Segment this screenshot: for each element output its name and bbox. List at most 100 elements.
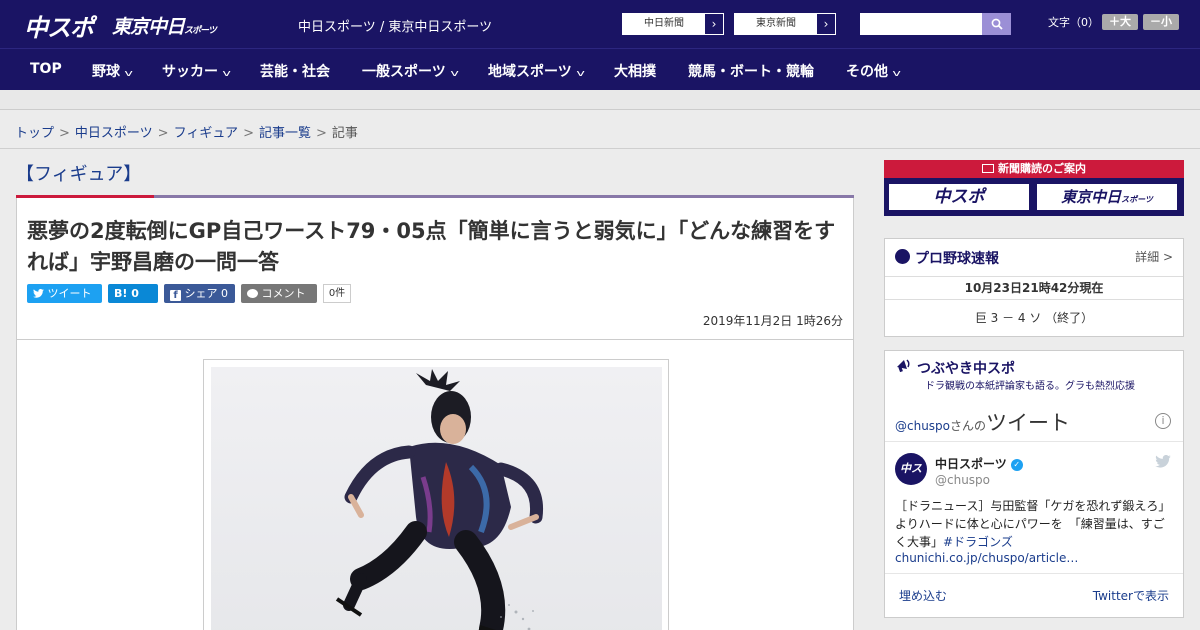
- search-button[interactable]: [982, 13, 1011, 35]
- breadcrumb-separator: >: [59, 126, 70, 141]
- baseball-icon: [895, 249, 910, 264]
- photo-frame: [203, 359, 669, 630]
- font-size-label: 文字（0）: [1048, 16, 1099, 29]
- speech-bubble-icon: [247, 289, 258, 298]
- chevron-down-icon: v: [450, 69, 459, 79]
- breadcrumb-separator: >: [315, 126, 327, 141]
- nav-label: 芸能・社会: [260, 64, 330, 80]
- twitter-bird-icon[interactable]: [1155, 455, 1171, 468]
- nav-label: TOP: [30, 61, 62, 77]
- chuspo-logo[interactable]: 中スポ: [24, 8, 94, 43]
- tokyo-chunichi-logo[interactable]: 東京中日スポーツ: [112, 12, 217, 39]
- baseball-title: プロ野球速報: [915, 251, 999, 267]
- nav-item-sumo[interactable]: 大相撲: [614, 61, 656, 81]
- breadcrumb: トップ > 中日スポーツ > フィギュア > 記事一覧 > 記事: [15, 122, 358, 141]
- hatena-icon: B!: [114, 287, 128, 300]
- article-date: 2019年11月2日 1時26分: [702, 314, 843, 328]
- subscribe-chuspo-logo[interactable]: 中スポ: [887, 182, 1031, 212]
- subscription-banner[interactable]: 新聞購読のご案内 中スポ 東京中日スポーツ: [884, 160, 1184, 216]
- megaphone-icon: [897, 359, 910, 373]
- newspaper-link-label: 中日新聞: [623, 14, 705, 34]
- tweet-author-name: 中日スポーツ: [935, 457, 1007, 471]
- tweet-button[interactable]: ツイート: [27, 284, 102, 303]
- tweet-author[interactable]: 中日スポーツ ✓: [935, 455, 1023, 472]
- tokyo-logo-main: 東京中日: [112, 16, 185, 38]
- main-nav: TOP 野球 v サッカー v 芸能・社会 一般スポーツ v 地域スポーツ v 大相撲 …: [0, 48, 1200, 90]
- chunichi-shimbun-link[interactable]: 中日新聞 ›: [622, 13, 724, 35]
- breadcrumb-figure[interactable]: フィギュア: [174, 126, 238, 141]
- baseball-update-time: 10月23日21時42分現在: [885, 276, 1183, 300]
- newspaper-icon: [982, 164, 994, 173]
- facebook-icon: f: [170, 290, 181, 301]
- tweet-text: ［ドラニュース］与田監督「ケガを恐れず鍛えろ」 よりハードに体と心にパワーを 「…: [895, 497, 1177, 551]
- nav-item-top[interactable]: TOP: [30, 61, 62, 77]
- nav-label: その他: [846, 64, 888, 80]
- comment-button[interactable]: コメント: [241, 284, 317, 303]
- hatena-bookmark-button[interactable]: B! 0: [108, 284, 158, 303]
- baseball-detail-link[interactable]: 詳細 >: [1135, 248, 1173, 265]
- tokyo-shimbun-link[interactable]: 東京新聞 ›: [734, 13, 836, 35]
- tweets-heading: @chuspoさんのツイート: [895, 407, 1070, 437]
- breadcrumb-current: 記事: [331, 126, 358, 141]
- nav-item-baseball[interactable]: 野球 v: [92, 61, 133, 81]
- comment-label: コメント: [261, 287, 306, 300]
- baseball-score[interactable]: 巨 3 － 4 ソ （終了）: [885, 309, 1183, 326]
- nav-item-entertainment[interactable]: 芸能・社会: [260, 61, 330, 81]
- article-category: 【フィギュア】: [16, 164, 142, 185]
- nav-label: 野球: [92, 64, 120, 80]
- info-icon[interactable]: i: [1155, 413, 1171, 429]
- site-links[interactable]: 中日スポーツ / 東京中日スポーツ: [298, 16, 492, 35]
- tweet-link[interactable]: chunichi.co.jp/chuspo/article…: [895, 551, 1078, 565]
- twitter-widget-subtitle: ドラ観戦の本紙評論家も語る。グラも熱烈応援: [925, 381, 1135, 392]
- skater-photo[interactable]: [211, 367, 662, 630]
- article-photo-area: [16, 340, 854, 630]
- twitter-bird-icon: [33, 288, 44, 298]
- hatena-count: 0: [131, 287, 139, 300]
- view-on-twitter-link[interactable]: Twitterで表示: [1093, 587, 1169, 604]
- verified-badge-icon: ✓: [1010, 458, 1023, 471]
- subscribe-tokyo-logo[interactable]: 東京中日スポーツ: [1035, 182, 1179, 212]
- tokyo-logo-sub: スポーツ: [184, 26, 217, 36]
- ad-strip: [0, 90, 1200, 110]
- font-smaller-button[interactable]: －小: [1143, 14, 1179, 30]
- nav-label: 地域スポーツ: [488, 64, 572, 80]
- tweets-heading-label: ツイート: [986, 411, 1071, 435]
- twitter-widget-title: つぶやき中スポ: [917, 361, 1015, 377]
- nav-label: 一般スポーツ: [362, 64, 446, 80]
- facebook-share-label: シェア: [184, 287, 218, 300]
- chevron-down-icon: v: [222, 69, 231, 79]
- tweets-handle-link[interactable]: @chuspo: [895, 419, 950, 433]
- avatar[interactable]: 中スポ: [895, 453, 927, 507]
- breadcrumb-article-list[interactable]: 記事一覧: [259, 126, 311, 141]
- chevron-down-icon: v: [124, 69, 133, 79]
- nav-item-other[interactable]: その他 v: [846, 61, 901, 81]
- nav-item-local-sports[interactable]: 地域スポーツ v: [488, 61, 585, 81]
- twitter-widget: つぶやき中スポ ドラ観戦の本紙評論家も語る。グラも熱烈応援 @chuspoさんの…: [884, 350, 1184, 618]
- breadcrumb-chunichi-sports[interactable]: 中日スポーツ: [75, 126, 153, 141]
- subscription-header-label: 新聞購読のご案内: [998, 162, 1086, 175]
- chevron-down-icon: v: [576, 69, 585, 79]
- tweet-hashtag[interactable]: #ドラゴンズ: [943, 535, 1013, 549]
- newspaper-link-label: 東京新聞: [735, 14, 817, 34]
- site-header: 中スポ 東京中日スポーツ 中日スポーツ / 東京中日スポーツ 中日新聞 › 東京…: [0, 0, 1200, 48]
- tweet-author-handle[interactable]: @chuspo: [935, 473, 990, 487]
- breadcrumb-top[interactable]: トップ: [15, 126, 54, 141]
- figure-skater-illustration: [211, 367, 662, 630]
- nav-item-general-sports[interactable]: 一般スポーツ v: [362, 61, 459, 81]
- font-bigger-button[interactable]: ＋大: [1102, 14, 1138, 30]
- tweet-label: ツイート: [47, 287, 92, 300]
- subscription-header: 新聞購読のご案内: [884, 160, 1184, 178]
- facebook-share-button[interactable]: f シェア 0: [164, 284, 235, 303]
- divider: [885, 573, 1183, 574]
- search-input[interactable]: [860, 13, 982, 35]
- breadcrumb-separator: >: [157, 126, 169, 141]
- chevron-right-icon: ›: [823, 17, 829, 31]
- nav-item-soccer[interactable]: サッカー v: [162, 61, 231, 81]
- embed-link[interactable]: 埋め込む: [899, 587, 947, 604]
- divider: [885, 441, 1183, 442]
- tweet-body: ［ドラニュース］与田監督「ケガを恐れず鍛えろ」 よりハードに体と心にパワーを 「…: [895, 499, 1177, 549]
- comment-count: 0件: [323, 284, 351, 303]
- nav-item-racing[interactable]: 競馬・ボート・競輪: [688, 61, 814, 81]
- article-header: 悪夢の2度転倒にGP自己ワースト79・05点「簡単に言うと弱気に」「どんな練習を…: [16, 198, 854, 340]
- article-headline: 悪夢の2度転倒にGP自己ワースト79・05点「簡単に言うと弱気に」「どんな練習を…: [27, 219, 836, 274]
